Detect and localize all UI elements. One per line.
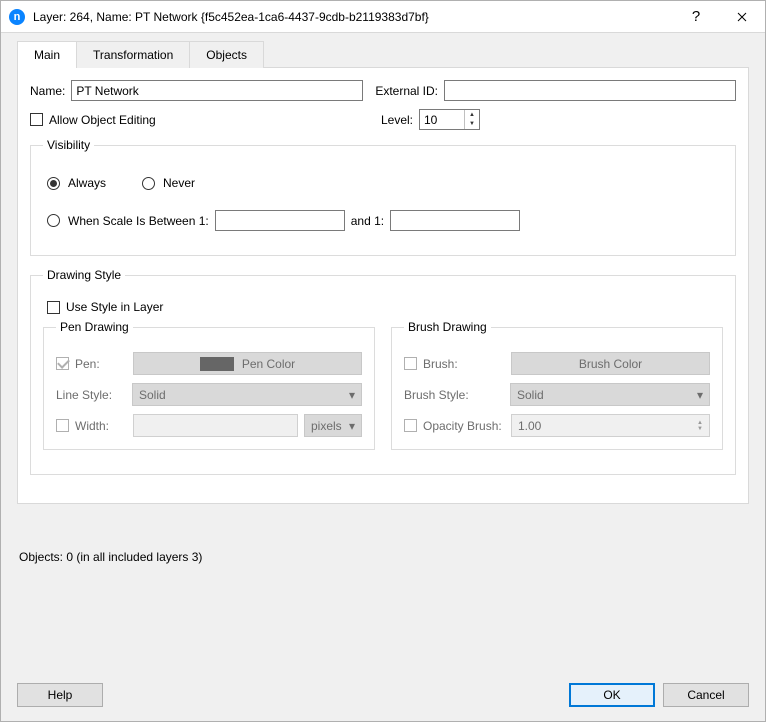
brush-drawing-legend: Brush Drawing <box>404 320 491 334</box>
opacity-spinner: 1.00 ▲ ▼ <box>511 414 710 437</box>
chevron-up-icon[interactable]: ▲ <box>465 110 479 120</box>
radio-icon <box>47 214 60 227</box>
visibility-group: Visibility Always Never When Scale Is Be… <box>30 138 736 256</box>
titlebar: n Layer: 264, Name: PT Network {f5c452ea… <box>1 1 765 33</box>
line-style-combo: Solid ▾ <box>132 383 362 406</box>
width-unit-value: pixels <box>311 419 342 433</box>
visibility-scale-label: When Scale Is Between 1: <box>68 214 209 228</box>
pen-label: Pen: <box>75 357 127 371</box>
visibility-scale-radio[interactable]: When Scale Is Between 1: <box>47 214 209 228</box>
tab-bar: Main Transformation Objects <box>17 41 749 68</box>
use-style-checkbox[interactable] <box>47 301 60 314</box>
help-icon[interactable]: ? <box>673 1 719 32</box>
help-button[interactable]: Help <box>17 683 103 707</box>
opacity-label: Opacity Brush: <box>423 419 505 433</box>
chevron-down-icon: ▼ <box>697 426 703 432</box>
allow-object-editing-checkbox[interactable] <box>30 113 43 126</box>
line-style-label: Line Style: <box>56 388 126 402</box>
brush-style-combo: Solid ▾ <box>510 383 710 406</box>
button-bar: Help OK Cancel <box>17 673 749 721</box>
brush-style-value: Solid <box>517 388 544 402</box>
ok-button[interactable]: OK <box>569 683 655 707</box>
name-label: Name: <box>30 84 65 98</box>
app-icon: n <box>9 9 25 25</box>
pen-color-label: Pen Color <box>242 357 295 371</box>
chevron-down-icon[interactable]: ▼ <box>465 120 479 130</box>
use-style-label: Use Style in Layer <box>66 300 163 314</box>
level-value[interactable] <box>420 110 464 129</box>
radio-icon <box>142 177 155 190</box>
dialog-window: n Layer: 264, Name: PT Network {f5c452ea… <box>0 0 766 722</box>
brush-label: Brush: <box>423 357 505 371</box>
window-title: Layer: 264, Name: PT Network {f5c452ea-1… <box>33 10 673 24</box>
brush-style-label: Brush Style: <box>404 388 504 402</box>
visibility-always-radio[interactable]: Always <box>47 176 106 190</box>
scale-to-input[interactable] <box>390 210 520 231</box>
radio-icon <box>47 177 60 190</box>
brush-checkbox <box>404 357 417 370</box>
brush-color-button: Brush Color <box>511 352 710 375</box>
close-icon[interactable] <box>719 1 765 32</box>
allow-object-editing-label: Allow Object Editing <box>49 113 156 127</box>
level-label: Level: <box>381 113 413 127</box>
width-checkbox <box>56 419 69 432</box>
brush-color-label: Brush Color <box>579 357 642 371</box>
opacity-checkbox <box>404 419 417 432</box>
tab-main[interactable]: Main <box>17 41 77 68</box>
opacity-value: 1.00 <box>518 419 541 433</box>
drawing-style-legend: Drawing Style <box>43 268 125 282</box>
objects-status: Objects: 0 (in all included layers 3) <box>19 550 749 564</box>
drawing-style-group: Drawing Style Use Style in Layer Pen Dra… <box>30 268 736 475</box>
pen-checkbox <box>56 357 69 370</box>
scale-from-input[interactable] <box>215 210 345 231</box>
chevron-down-icon: ▾ <box>697 388 703 402</box>
visibility-never-radio[interactable]: Never <box>142 176 195 190</box>
chevron-down-icon: ▾ <box>349 388 355 402</box>
visibility-never-label: Never <box>163 176 195 190</box>
scale-and-label: and 1: <box>351 214 384 228</box>
dialog-body: Main Transformation Objects Name: Extern… <box>1 33 765 721</box>
chevron-down-icon: ▾ <box>349 419 355 433</box>
tab-transformation[interactable]: Transformation <box>76 41 190 68</box>
level-spinner-arrows[interactable]: ▲ ▼ <box>464 110 479 129</box>
name-input[interactable] <box>71 80 363 101</box>
line-style-value: Solid <box>139 388 166 402</box>
visibility-legend: Visibility <box>43 138 94 152</box>
external-id-label: External ID: <box>375 84 438 98</box>
width-input <box>133 414 298 437</box>
visibility-always-label: Always <box>68 176 106 190</box>
level-spinner[interactable]: ▲ ▼ <box>419 109 480 130</box>
pen-color-swatch <box>200 357 234 371</box>
cancel-button[interactable]: Cancel <box>663 683 749 707</box>
pen-drawing-group: Pen Drawing Pen: Pen Color Line Style: <box>43 320 375 450</box>
width-label: Width: <box>75 419 127 433</box>
pen-drawing-legend: Pen Drawing <box>56 320 133 334</box>
width-unit-combo: pixels ▾ <box>304 414 362 437</box>
tab-panel-main: Name: External ID: Allow Object Editing … <box>17 67 749 504</box>
tab-objects[interactable]: Objects <box>189 41 264 68</box>
pen-color-button: Pen Color <box>133 352 362 375</box>
brush-drawing-group: Brush Drawing Brush: Brush Color Brush S… <box>391 320 723 450</box>
external-id-input[interactable] <box>444 80 736 101</box>
